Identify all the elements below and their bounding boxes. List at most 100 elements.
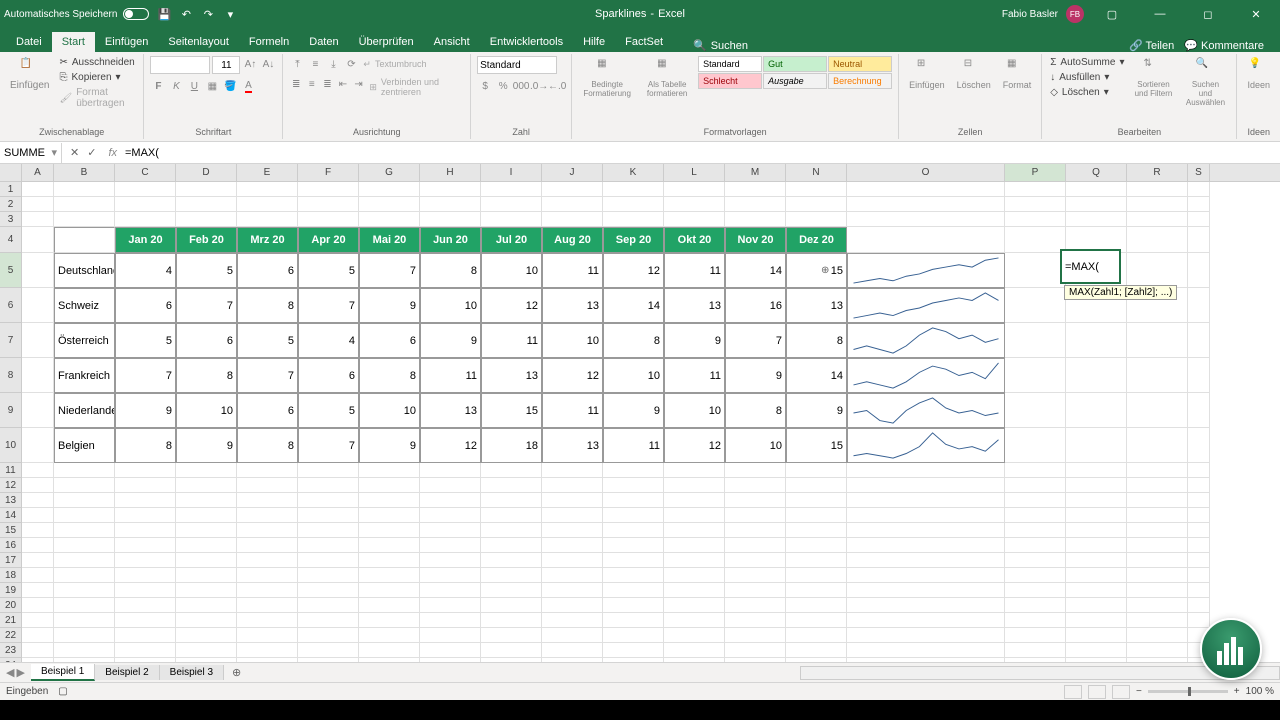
cell-C21[interactable]	[115, 613, 176, 628]
cell-F9[interactable]: 5	[298, 393, 359, 428]
cell-B4[interactable]	[54, 227, 115, 253]
cell-E9[interactable]: 6	[237, 393, 298, 428]
cell-H20[interactable]	[420, 598, 481, 613]
cell-J22[interactable]	[542, 628, 603, 643]
cell-B1[interactable]	[54, 182, 115, 197]
cell-C19[interactable]	[115, 583, 176, 598]
cell-M3[interactable]	[725, 212, 786, 227]
cell-P18[interactable]	[1005, 568, 1066, 583]
cell-F1[interactable]	[298, 182, 359, 197]
cell-P15[interactable]	[1005, 523, 1066, 538]
cell-G10[interactable]: 9	[359, 428, 420, 463]
cell-F19[interactable]	[298, 583, 359, 598]
cell-B12[interactable]	[54, 478, 115, 493]
comments-button[interactable]: 💬 Kommentare	[1184, 39, 1264, 52]
cell-K22[interactable]	[603, 628, 664, 643]
cell-K24[interactable]	[603, 658, 664, 662]
cell-D17[interactable]	[176, 553, 237, 568]
cell-R18[interactable]	[1127, 568, 1188, 583]
indent-decrease-icon[interactable]: ⇤	[336, 76, 350, 92]
cell-S11[interactable]	[1188, 463, 1210, 478]
cell-H18[interactable]	[420, 568, 481, 583]
cell-O15[interactable]	[847, 523, 1005, 538]
cell-B21[interactable]	[54, 613, 115, 628]
col-header-L[interactable]: L	[664, 164, 725, 181]
cell-L2[interactable]	[664, 197, 725, 212]
number-format-select[interactable]	[477, 56, 557, 74]
cell-M16[interactable]	[725, 538, 786, 553]
cell-P16[interactable]	[1005, 538, 1066, 553]
cell-J11[interactable]	[542, 463, 603, 478]
cell-K13[interactable]	[603, 493, 664, 508]
cell-E18[interactable]	[237, 568, 298, 583]
cell-P11[interactable]	[1005, 463, 1066, 478]
cell-H4[interactable]: Jun 20	[420, 227, 481, 253]
cell-M17[interactable]	[725, 553, 786, 568]
cell-L7[interactable]: 9	[664, 323, 725, 358]
col-header-A[interactable]: A	[22, 164, 54, 181]
cell-Q12[interactable]	[1066, 478, 1127, 493]
cell-K11[interactable]	[603, 463, 664, 478]
cell-N7[interactable]: 8	[786, 323, 847, 358]
cell-A7[interactable]	[22, 323, 54, 358]
cell-C2[interactable]	[115, 197, 176, 212]
cell-P2[interactable]	[1005, 197, 1066, 212]
grid-area[interactable]: ABCDEFGHIJKLMNOPQRS 12345678910111213141…	[0, 164, 1280, 662]
redo-icon[interactable]: ↷	[201, 7, 215, 21]
cell-C7[interactable]: 5	[115, 323, 176, 358]
cell-L18[interactable]	[664, 568, 725, 583]
cell-F14[interactable]	[298, 508, 359, 523]
cell-F15[interactable]	[298, 523, 359, 538]
cell-P20[interactable]	[1005, 598, 1066, 613]
cell-M24[interactable]	[725, 658, 786, 662]
cell-S13[interactable]	[1188, 493, 1210, 508]
col-header-M[interactable]: M	[725, 164, 786, 181]
cell-D15[interactable]	[176, 523, 237, 538]
cell-M21[interactable]	[725, 613, 786, 628]
row-header-20[interactable]: 20	[0, 598, 22, 613]
style-standard[interactable]: Standard	[698, 56, 762, 72]
style-berechnung[interactable]: Berechnung	[828, 73, 892, 89]
cell-B19[interactable]	[54, 583, 115, 598]
cell-L8[interactable]: 11	[664, 358, 725, 393]
cell-D10[interactable]: 9	[176, 428, 237, 463]
cell-I10[interactable]: 18	[481, 428, 542, 463]
cell-C23[interactable]	[115, 643, 176, 658]
cell-K4[interactable]: Sep 20	[603, 227, 664, 253]
cell-S21[interactable]	[1188, 613, 1210, 628]
cell-N9[interactable]: 9	[786, 393, 847, 428]
cell-K12[interactable]	[603, 478, 664, 493]
cell-N16[interactable]	[786, 538, 847, 553]
cell-G12[interactable]	[359, 478, 420, 493]
cell-L21[interactable]	[664, 613, 725, 628]
cell-P3[interactable]	[1005, 212, 1066, 227]
cell-B16[interactable]	[54, 538, 115, 553]
cell-G14[interactable]	[359, 508, 420, 523]
cell-S1[interactable]	[1188, 182, 1210, 197]
cell-D3[interactable]	[176, 212, 237, 227]
cell-A3[interactable]	[22, 212, 54, 227]
cell-G13[interactable]	[359, 493, 420, 508]
cell-J5[interactable]: 11	[542, 253, 603, 288]
cell-C22[interactable]	[115, 628, 176, 643]
cell-N19[interactable]	[786, 583, 847, 598]
cell-N21[interactable]	[786, 613, 847, 628]
col-header-P[interactable]: P	[1005, 164, 1066, 181]
cell-B18[interactable]	[54, 568, 115, 583]
cell-M11[interactable]	[725, 463, 786, 478]
cell-O8[interactable]	[847, 358, 1005, 393]
cell-S15[interactable]	[1188, 523, 1210, 538]
cell-S7[interactable]	[1188, 323, 1210, 358]
cell-O6[interactable]	[847, 288, 1005, 323]
cell-S16[interactable]	[1188, 538, 1210, 553]
zoom-in-icon[interactable]: +	[1234, 686, 1240, 697]
cell-D8[interactable]: 8	[176, 358, 237, 393]
cell-R22[interactable]	[1127, 628, 1188, 643]
cell-J23[interactable]	[542, 643, 603, 658]
increase-decimal-icon[interactable]: .0→	[531, 78, 547, 94]
cell-R17[interactable]	[1127, 553, 1188, 568]
col-header-E[interactable]: E	[237, 164, 298, 181]
row-header-21[interactable]: 21	[0, 613, 22, 628]
cell-H17[interactable]	[420, 553, 481, 568]
cell-N6[interactable]: 13	[786, 288, 847, 323]
